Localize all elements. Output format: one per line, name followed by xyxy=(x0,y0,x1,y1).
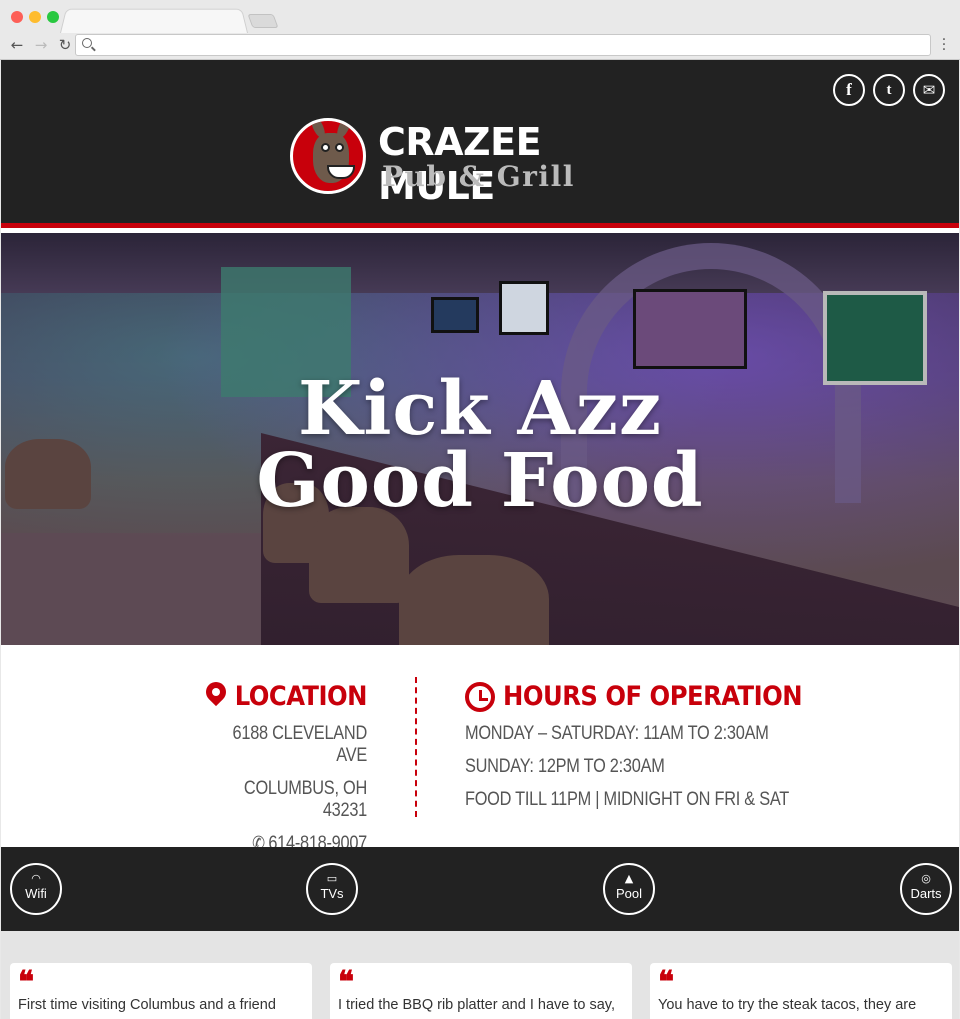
dashed-divider xyxy=(415,677,417,817)
address-line-2: Columbus, OH 43231 xyxy=(243,778,367,821)
amenity-darts: ◎ Darts xyxy=(900,863,952,915)
review-card: ❝ First time visiting Columbus and a fri… xyxy=(10,963,312,1019)
wifi-icon: ◠ xyxy=(31,872,41,885)
location-heading: Location xyxy=(191,681,368,712)
hero-line-1: Kick Azz xyxy=(298,366,662,452)
location-block: Location 6188 Cleveland Ave Columbus, OH… xyxy=(191,681,368,855)
twitter-icon[interactable]: t xyxy=(873,74,905,106)
site-header: f t ✉ CRAZEE MULE Pub & Grill xyxy=(1,60,959,228)
browser-tab[interactable] xyxy=(60,8,248,33)
social-links: f t ✉ xyxy=(833,74,945,106)
hero-line-2: Good Food xyxy=(256,438,704,524)
amenity-label: Wifi xyxy=(25,886,47,901)
info-section: Location 6188 Cleveland Ave Columbus, OH… xyxy=(1,645,959,854)
back-icon[interactable]: ← xyxy=(8,36,26,54)
address-line-1: 6188 Cleveland Ave xyxy=(232,723,368,766)
quote-icon: ❝ xyxy=(658,965,675,1000)
reviews-section: ❝ First time visiting Columbus and a fri… xyxy=(1,931,959,1019)
amenity-tvs: ▭ TVs xyxy=(306,863,358,915)
mule-mascot-icon xyxy=(290,118,366,194)
maximize-window-button[interactable] xyxy=(47,11,59,23)
review-card: ❝ I tried the BBQ rib platter and I have… xyxy=(330,963,632,1019)
location-heading-text: Location xyxy=(234,681,368,712)
facebook-icon[interactable]: f xyxy=(833,74,865,106)
new-tab-button[interactable] xyxy=(247,14,279,28)
address-bar[interactable] xyxy=(75,34,931,56)
close-window-button[interactable] xyxy=(11,11,23,23)
browser-chrome: ← → ↻ · · · xyxy=(0,0,960,60)
hours-heading-text: Hours of Operation xyxy=(503,681,803,712)
hero-banner: Kick Azz Good Food xyxy=(1,233,959,645)
review-card: ❝ You have to try the steak tacos, they … xyxy=(650,963,952,1019)
review-text: You have to try the steak tacos, they ar… xyxy=(658,997,917,1013)
amenity-label: TVs xyxy=(320,886,344,901)
browser-menu-icon[interactable]: · · · xyxy=(941,33,947,57)
quote-icon: ❝ xyxy=(338,965,355,1000)
minimize-window-button[interactable] xyxy=(29,11,41,23)
review-text: First time visiting Columbus and a frien… xyxy=(18,997,276,1013)
brand-tagline: Pub & Grill xyxy=(382,160,575,193)
clock-icon xyxy=(465,681,495,712)
reload-icon[interactable]: ↻ xyxy=(56,36,74,54)
forward-icon[interactable]: → xyxy=(32,36,50,54)
amenities-bar: ◠ Wifi ▭ TVs ▲ Pool ◎ Darts xyxy=(1,847,959,931)
quote-icon: ❝ xyxy=(18,965,35,1000)
amenity-label: Pool xyxy=(615,886,643,901)
hours-line-3: Food till 11pm | Midnight on Fri & Sat xyxy=(465,789,790,810)
chalkboard-image xyxy=(823,291,927,385)
bar-tv-image xyxy=(431,297,479,333)
hours-line-2: Sunday: 12pm to 2:30am xyxy=(465,756,665,777)
site-logo[interactable]: CRAZEE MULE Pub & Grill xyxy=(290,116,662,208)
nav-buttons: ← → ↻ xyxy=(8,36,74,54)
pool-triangle-icon: ▲ xyxy=(624,872,634,885)
bar-tv-image xyxy=(499,281,549,335)
review-text: I tried the BBQ rib platter and I have t… xyxy=(338,997,615,1013)
website: f t ✉ CRAZEE MULE Pub & Grill Kick Azz G… xyxy=(1,60,959,1019)
email-icon[interactable]: ✉ xyxy=(913,74,945,106)
hours-block: Hours of Operation Monday – Saturday: 11… xyxy=(465,681,825,811)
amenity-pool: ▲ Pool xyxy=(603,863,655,915)
map-pin-icon xyxy=(205,682,227,712)
bar-tv-image xyxy=(633,289,747,369)
search-icon xyxy=(82,38,92,48)
tv-icon: ▭ xyxy=(326,872,338,885)
window-controls xyxy=(11,11,59,23)
hours-line-1: Monday – Saturday: 11am to 2:30am xyxy=(465,723,769,744)
amenity-wifi: ◠ Wifi xyxy=(10,863,62,915)
hours-heading: Hours of Operation xyxy=(465,681,825,712)
hero-headline: Kick Azz Good Food xyxy=(1,366,959,524)
amenity-label: Darts xyxy=(910,886,942,901)
dartboard-icon: ◎ xyxy=(921,872,931,885)
